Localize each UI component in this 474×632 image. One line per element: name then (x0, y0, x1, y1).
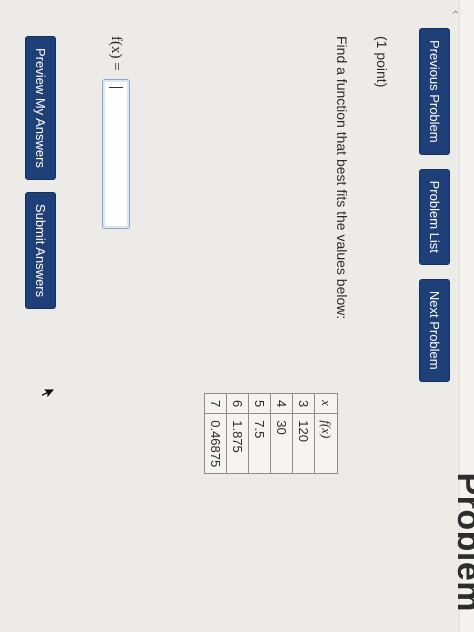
problem-nav: Previous Problem Problem List Next Probl… (419, 28, 450, 382)
problem-list-button[interactable]: Problem List (419, 168, 450, 265)
table-header-fx: f(x) (314, 413, 338, 474)
table-cell-fx: 30 (270, 413, 293, 474)
table-cell-fx: 7.5 (248, 413, 271, 474)
mouse-pointer-icon (40, 388, 56, 400)
table-header-x: x (314, 393, 338, 414)
next-problem-button[interactable]: Next Problem (419, 278, 450, 382)
table-row: 7 0.46875 (204, 393, 227, 474)
table-cell-fx: 0.46875 (204, 413, 227, 474)
table-cell-fx: 120 (292, 413, 315, 474)
table-cell-x: 5 (248, 393, 271, 414)
page-heading: Problem (450, 472, 474, 612)
submit-answers-button[interactable]: Submit Answers (25, 191, 56, 310)
table-cell-fx: 1.875 (226, 413, 249, 474)
chevron-left-icon[interactable]: ‹ (449, 10, 464, 22)
answer-label: f(x) = (108, 36, 125, 71)
table-header-row: x f(x) (314, 393, 338, 474)
table-row: 6 1.875 (226, 393, 249, 474)
table-row: 3 120 (292, 393, 315, 474)
previous-problem-button[interactable]: Previous Problem (419, 28, 450, 155)
answer-row: f(x) = (102, 36, 130, 229)
answer-actions: Preview My Answers Submit Answers (25, 36, 56, 310)
preview-answers-button[interactable]: Preview My Answers (25, 36, 56, 180)
table-row: 5 7.5 (248, 393, 271, 474)
problem-prompt: Find a function that best fits the value… (334, 36, 350, 320)
values-table: x f(x) 3 120 4 30 5 7.5 6 1.875 7 0.4687… (204, 393, 338, 475)
text-caret (109, 86, 123, 88)
table-cell-x: 3 (292, 393, 315, 414)
problem-points: (1 point) (374, 36, 390, 88)
table-cell-x: 6 (226, 393, 249, 414)
problem-content: (1 point) Find a function that best fits… (25, 36, 400, 612)
table-cell-x: 4 (270, 393, 293, 414)
table-row: 4 30 (270, 393, 293, 474)
answer-input[interactable] (102, 78, 130, 229)
table-cell-x: 7 (204, 393, 227, 414)
screen: Problem ‹ Previous Problem Problem List … (0, 0, 474, 632)
